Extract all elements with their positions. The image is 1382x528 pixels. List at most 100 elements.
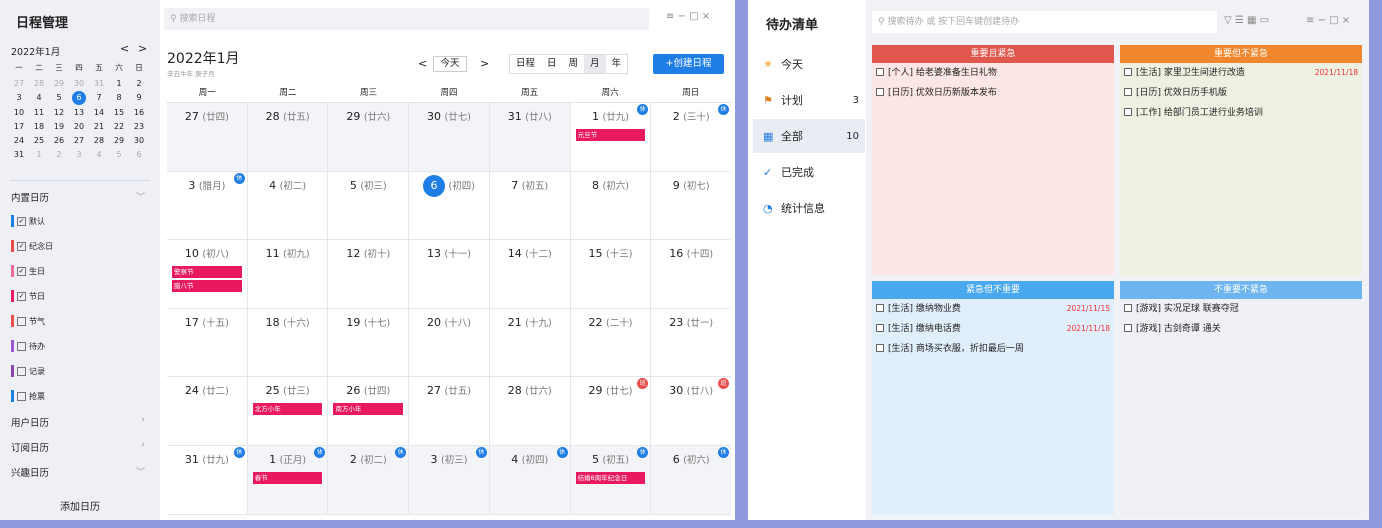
mini-day[interactable]: 16 — [129, 106, 149, 120]
mini-day[interactable]: 1 — [29, 148, 49, 162]
calendar-item[interactable]: 记录 — [11, 364, 45, 378]
day-cell[interactable]: 31 (廿八) — [489, 103, 571, 171]
calendar-item[interactable]: ✓ 纪念日 — [11, 239, 53, 253]
mini-day[interactable]: 8 — [109, 91, 129, 105]
checkbox[interactable]: ✓ — [17, 266, 26, 276]
todo-item[interactable]: [日历] 优效日历手机版 — [1120, 83, 1362, 103]
checkbox[interactable]: ✓ — [17, 241, 26, 251]
day-cell[interactable]: 14 (十二) — [490, 240, 571, 308]
todo-checkbox[interactable] — [1124, 68, 1132, 76]
checkbox[interactable] — [17, 316, 26, 326]
mini-day[interactable]: 31 — [89, 77, 109, 91]
mini-day[interactable]: 30 — [69, 77, 89, 91]
mini-day[interactable]: 4 — [89, 148, 109, 162]
calendar-item[interactable]: 节气 — [11, 314, 45, 328]
view-tab[interactable]: 周 — [563, 55, 585, 73]
todo-nav-item[interactable]: ◔ 统计信息 — [753, 191, 865, 225]
mini-day[interactable]: 23 — [129, 120, 149, 134]
create-event-button[interactable]: +创建日程 — [653, 54, 724, 74]
day-cell[interactable]: 11 (初九) — [248, 240, 329, 308]
day-cell[interactable]: 25 (廿三) 北方小年 — [248, 377, 329, 445]
event-chip[interactable]: 结婚8周年纪念日 — [575, 471, 646, 484]
mini-day[interactable]: 4 — [29, 91, 49, 105]
todo-nav-item[interactable]: ⚑ 计划 3 — [753, 83, 865, 117]
mini-day[interactable]: 6 — [129, 148, 149, 162]
mini-day[interactable]: 3 — [9, 91, 29, 105]
day-cell[interactable]: 4 (初四) 休 — [489, 445, 571, 514]
mini-day[interactable]: 2 — [129, 77, 149, 91]
mini-day[interactable]: 22 — [109, 120, 129, 134]
mini-day[interactable]: 11 — [29, 106, 49, 120]
checkbox[interactable]: ✓ — [17, 291, 26, 301]
todo-checkbox[interactable] — [1124, 108, 1132, 116]
mini-day[interactable]: 27 — [9, 77, 29, 91]
day-cell[interactable]: 12 (初十) — [328, 240, 410, 308]
day-cell[interactable]: 26 (廿四) 南方小年 — [328, 377, 410, 445]
mini-day[interactable]: 18 — [29, 120, 49, 134]
day-cell[interactable]: 21 (十九) — [490, 308, 571, 377]
mini-day[interactable]: 5 — [109, 148, 129, 162]
todo-item[interactable]: [生活] 家里卫生间进行改造 2021/11/18 — [1120, 63, 1362, 83]
day-cell[interactable]: 28 (廿六) — [490, 377, 571, 445]
mini-day[interactable]: 12 — [49, 106, 69, 120]
mini-day[interactable]: 28 — [29, 77, 49, 91]
todo-item[interactable]: [生活] 缴纳电话费 2021/11/18 — [872, 319, 1114, 339]
mini-day[interactable]: 2 — [49, 148, 69, 162]
todo-item[interactable]: [日历] 优效日历新版本发布 — [872, 83, 1114, 103]
day-cell[interactable]: 7 (初五) — [490, 171, 571, 240]
day-cell[interactable]: 6 (初四) — [409, 171, 490, 240]
day-cell[interactable]: 3 (初三) 休 — [409, 445, 490, 514]
day-cell[interactable]: 9 (初七) — [651, 172, 731, 240]
day-cell[interactable]: 23 (廿一) — [651, 309, 731, 377]
window-controls[interactable]: ≡ − □ × — [1306, 15, 1350, 26]
day-cell[interactable]: 1 (正月) 休春节 — [247, 445, 329, 514]
day-cell[interactable]: 31 (廿九) 休 — [167, 445, 248, 514]
day-cell[interactable]: 20 (十八) — [409, 308, 490, 377]
mini-day[interactable]: 28 — [89, 134, 109, 148]
day-cell[interactable]: 19 (十七) — [328, 308, 410, 377]
todo-item[interactable]: [个人] 给老婆准备生日礼物 — [872, 63, 1114, 83]
day-cell[interactable]: 5 (初三) — [328, 171, 410, 240]
mini-day[interactable]: 10 — [9, 106, 29, 120]
event-chip[interactable]: 警察节 — [172, 266, 242, 279]
todo-checkbox[interactable] — [1124, 304, 1132, 312]
mini-day[interactable]: 27 — [69, 134, 89, 148]
day-cell[interactable]: 30 (廿八) 班 — [651, 377, 731, 445]
todo-nav-item[interactable]: ✓ 已完成 — [753, 155, 865, 189]
event-chip[interactable]: 北方小年 — [252, 403, 323, 416]
calendar-section[interactable]: 用户日历 › — [11, 415, 151, 429]
day-cell[interactable]: 24 (廿二) — [167, 377, 248, 445]
mini-day[interactable]: 20 — [69, 120, 89, 134]
calendar-section[interactable]: 订阅日历 › — [11, 440, 151, 454]
todo-item[interactable]: [生活] 商场买衣服，折扣最后一周 — [872, 339, 1114, 359]
day-cell[interactable]: 6 (初六) 休 — [651, 445, 732, 514]
mini-day[interactable]: 25 — [29, 134, 49, 148]
calendar-item[interactable]: 待办 — [11, 339, 45, 353]
day-cell[interactable]: 8 (初六) — [571, 171, 652, 240]
view-tab[interactable]: 月 — [584, 55, 606, 73]
mini-day[interactable]: 6 — [72, 91, 86, 106]
todo-search-input[interactable]: ⚲ 搜索待办 或 按下回车键创建待办 — [872, 11, 1217, 33]
mini-day[interactable]: 19 — [49, 120, 69, 134]
checkbox[interactable] — [17, 341, 26, 351]
calendar-item[interactable]: ✓ 生日 — [11, 264, 45, 278]
todo-checkbox[interactable] — [1124, 324, 1132, 332]
todo-checkbox[interactable] — [876, 344, 884, 352]
todo-item[interactable]: [生活] 缴纳物业费 2021/11/15 — [872, 299, 1114, 319]
day-cell[interactable]: 29 (廿六) — [328, 103, 410, 171]
today-button[interactable]: 今天 — [433, 56, 467, 72]
mini-day[interactable]: 26 — [49, 134, 69, 148]
day-cell[interactable]: 3 (腊月) 休 — [167, 171, 248, 240]
calendar-item[interactable]: 抢票 — [11, 389, 45, 403]
day-cell[interactable]: 16 (十四) — [651, 240, 731, 308]
mini-day[interactable]: 31 — [9, 148, 29, 162]
todo-checkbox[interactable] — [1124, 88, 1132, 96]
mini-day[interactable]: 1 — [109, 77, 129, 91]
day-cell[interactable]: 27 (廿五) — [409, 377, 490, 445]
todo-checkbox[interactable] — [876, 88, 884, 96]
mini-day[interactable]: 15 — [109, 106, 129, 120]
todo-item[interactable]: [游戏] 实况足球 联赛夺冠 — [1120, 299, 1362, 319]
view-toggle-icons[interactable]: ▽ ☰ ▦ ▭ — [1224, 15, 1269, 26]
day-cell[interactable]: 18 (十六) — [248, 308, 329, 377]
day-cell[interactable]: 2 (三十) 休 — [651, 103, 731, 171]
